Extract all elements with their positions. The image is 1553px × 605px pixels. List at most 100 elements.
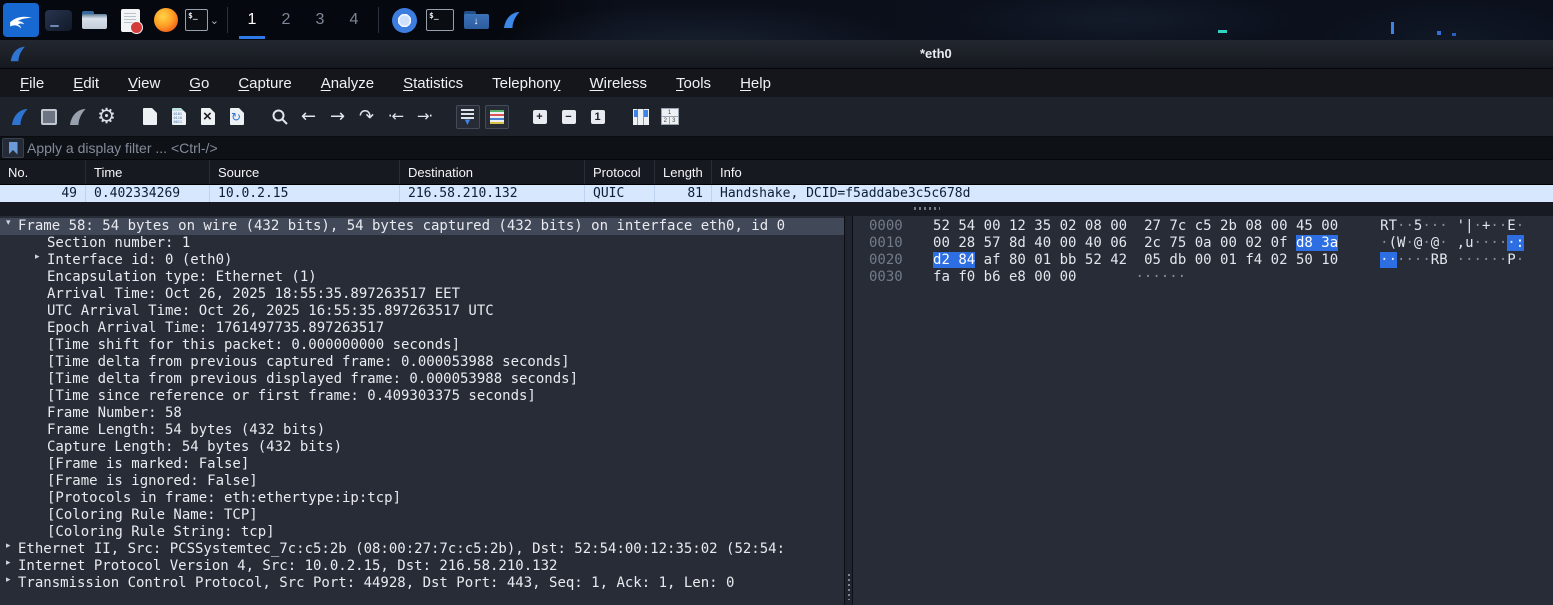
detail-row[interactable]: ▸Ethernet II, Src: PCSSystemtec_7c:c5:2b… bbox=[0, 541, 844, 558]
go-last-packet-button[interactable]: →· bbox=[411, 103, 438, 131]
go-to-packet-button[interactable]: ↷ bbox=[353, 103, 380, 131]
packet-row[interactable]: 490.40233426910.0.2.15216.58.210.132QUIC… bbox=[0, 185, 1553, 202]
menu-analyze[interactable]: Analyze bbox=[309, 72, 386, 95]
expander-closed-icon[interactable]: ▸ bbox=[6, 541, 11, 551]
terminal-icon[interactable] bbox=[423, 2, 457, 38]
column-header-time[interactable]: Time bbox=[86, 160, 210, 184]
detail-text: Frame 58: 54 bytes on wire (432 bits), 5… bbox=[0, 218, 785, 234]
menu-tools[interactable]: Tools bbox=[664, 72, 723, 95]
terminal-window-icon[interactable] bbox=[41, 2, 75, 38]
go-back-button[interactable]: ← bbox=[295, 103, 322, 131]
restart-capture-button[interactable] bbox=[64, 103, 91, 131]
kali-menu-icon[interactable] bbox=[3, 3, 39, 37]
reload-capture-file-button[interactable] bbox=[223, 103, 250, 131]
find-packet-button[interactable] bbox=[266, 103, 293, 131]
hex-group: 52 54 00 12 35 02 08 00 bbox=[933, 218, 1127, 235]
hex-row[interactable]: 0030fa f0 b6 e8 00 00······ bbox=[853, 269, 1553, 286]
lower-panes: ▾Frame 58: 54 bytes on wire (432 bits), … bbox=[0, 216, 1553, 605]
resize-columns-button[interactable] bbox=[627, 103, 654, 131]
stop-capture-button[interactable] bbox=[35, 103, 62, 131]
filter-bookmark-button[interactable] bbox=[2, 138, 24, 158]
auto-scroll-toggle-button[interactable]: ▼ bbox=[454, 103, 481, 131]
menu-wireless[interactable]: Wireless bbox=[578, 72, 660, 95]
menu-telephony[interactable]: Telephony bbox=[480, 72, 572, 95]
detail-row[interactable]: [Coloring Rule String: tcp] bbox=[0, 524, 844, 541]
pane-splitter[interactable] bbox=[844, 216, 853, 605]
wireshark-icon[interactable] bbox=[495, 2, 529, 38]
save-capture-file-button[interactable] bbox=[165, 103, 192, 131]
menu-edit[interactable]: Edit bbox=[61, 72, 111, 95]
workspace-1[interactable]: 1 bbox=[235, 0, 269, 40]
detail-row[interactable]: [Frame is marked: False] bbox=[0, 456, 844, 473]
detail-row[interactable]: [Time delta from previous captured frame… bbox=[0, 354, 844, 371]
hex-row[interactable]: 001000 28 57 8d 40 00 40 062c 75 0a 00 0… bbox=[853, 235, 1553, 252]
bytes: ······P· bbox=[1457, 252, 1525, 268]
close-capture-file-button[interactable] bbox=[194, 103, 221, 131]
detail-row[interactable]: ▸Internet Protocol Version 4, Src: 10.0.… bbox=[0, 558, 844, 575]
menu-help[interactable]: Help bbox=[728, 72, 783, 95]
detail-row[interactable]: ▸Transmission Control Protocol, Src Port… bbox=[0, 575, 844, 592]
expander-closed-icon[interactable]: ▸ bbox=[6, 558, 11, 568]
hex-row[interactable]: 0020d2 84 af 80 01 bb 52 4205 db 00 01 f… bbox=[853, 252, 1553, 269]
detail-row[interactable]: ▾Frame 58: 54 bytes on wire (432 bits), … bbox=[0, 218, 844, 235]
go-forward-button[interactable]: → bbox=[324, 103, 351, 131]
terminal-dropdown-icon[interactable]: ⌄ bbox=[185, 2, 219, 38]
detail-row[interactable]: Arrival Time: Oct 26, 2025 18:55:35.8972… bbox=[0, 286, 844, 303]
go-first-packet-button[interactable]: ·← bbox=[382, 103, 409, 131]
column-header-destination[interactable]: Destination bbox=[400, 160, 585, 184]
downloads-folder-icon[interactable] bbox=[459, 2, 493, 38]
column-header-info[interactable]: Info bbox=[712, 160, 1553, 184]
menu-capture[interactable]: Capture bbox=[226, 72, 303, 95]
hex-row[interactable]: 000052 54 00 12 35 02 08 0027 7c c5 2b 0… bbox=[853, 218, 1553, 235]
detail-row[interactable]: ▸Interface id: 0 (eth0) bbox=[0, 252, 844, 269]
detail-row[interactable]: [Time shift for this packet: 0.000000000… bbox=[0, 337, 844, 354]
expander-closed-icon[interactable]: ▸ bbox=[6, 575, 11, 585]
detail-row[interactable]: [Coloring Rule Name: TCP] bbox=[0, 507, 844, 524]
colorize-toggle-button[interactable] bbox=[483, 103, 510, 131]
hex-group: ,u·····: bbox=[1457, 235, 1525, 252]
start-capture-button[interactable] bbox=[6, 103, 33, 131]
menu-view[interactable]: View bbox=[116, 72, 172, 95]
wireshark-window-icon bbox=[8, 44, 28, 69]
capture-options-button[interactable]: ⚙ bbox=[93, 103, 120, 131]
expander-closed-icon[interactable]: ▸ bbox=[35, 252, 40, 262]
zoom-out-button[interactable]: − bbox=[555, 103, 582, 131]
open-capture-file-button[interactable] bbox=[136, 103, 163, 131]
detail-row[interactable]: [Frame is ignored: False] bbox=[0, 473, 844, 490]
bytes: 52 54 00 12 35 02 08 00 bbox=[933, 218, 1127, 234]
detail-row[interactable]: [Protocols in frame: eth:ethertype:ip:tc… bbox=[0, 490, 844, 507]
detail-row[interactable]: Frame Length: 54 bytes (432 bits) bbox=[0, 422, 844, 439]
column-header-source[interactable]: Source bbox=[210, 160, 400, 184]
layout-chooser-button[interactable]: 123 bbox=[656, 103, 683, 131]
menu-statistics[interactable]: Statistics bbox=[391, 72, 475, 95]
file-manager-icon[interactable] bbox=[77, 2, 111, 38]
horizontal-splitter-handle[interactable] bbox=[914, 207, 940, 210]
text-editor-icon[interactable] bbox=[113, 2, 147, 38]
bytes: RT··5··· bbox=[1380, 218, 1448, 234]
workspace-4[interactable]: 4 bbox=[337, 0, 371, 40]
chromium-icon[interactable] bbox=[387, 2, 421, 38]
detail-row[interactable]: Section number: 1 bbox=[0, 235, 844, 252]
detail-row[interactable]: Capture Length: 54 bytes (432 bits) bbox=[0, 439, 844, 456]
detail-row[interactable]: [Time delta from previous displayed fram… bbox=[0, 371, 844, 388]
expander-open-icon[interactable]: ▾ bbox=[6, 218, 11, 228]
workspace-3[interactable]: 3 bbox=[303, 0, 337, 40]
zoom-original-button[interactable]: 1 bbox=[584, 103, 611, 131]
menu-file[interactable]: File bbox=[8, 72, 56, 95]
detail-row[interactable]: UTC Arrival Time: Oct 26, 2025 16:55:35.… bbox=[0, 303, 844, 320]
firefox-icon[interactable] bbox=[149, 2, 183, 38]
zoom-in-button[interactable]: + bbox=[526, 103, 553, 131]
window-titlebar: *eth0 bbox=[0, 40, 1553, 69]
column-header-length[interactable]: Length bbox=[655, 160, 712, 184]
workspace-2[interactable]: 2 bbox=[269, 0, 303, 40]
column-header-protocol[interactable]: Protocol bbox=[585, 160, 655, 184]
detail-row[interactable]: Frame Number: 58 bbox=[0, 405, 844, 422]
display-filter-input[interactable] bbox=[27, 140, 1553, 156]
detail-row[interactable]: Epoch Arrival Time: 1761497735.897263517 bbox=[0, 320, 844, 337]
detail-row[interactable]: [Time since reference or first frame: 0.… bbox=[0, 388, 844, 405]
packet-bytes-pane: 000052 54 00 12 35 02 08 0027 7c c5 2b 0… bbox=[853, 216, 1553, 605]
detail-row[interactable]: Encapsulation type: Ethernet (1) bbox=[0, 269, 844, 286]
menu-go[interactable]: Go bbox=[177, 72, 221, 95]
column-header-no[interactable]: No. bbox=[0, 160, 86, 184]
packet-details-pane: ▾Frame 58: 54 bytes on wire (432 bits), … bbox=[0, 216, 844, 605]
